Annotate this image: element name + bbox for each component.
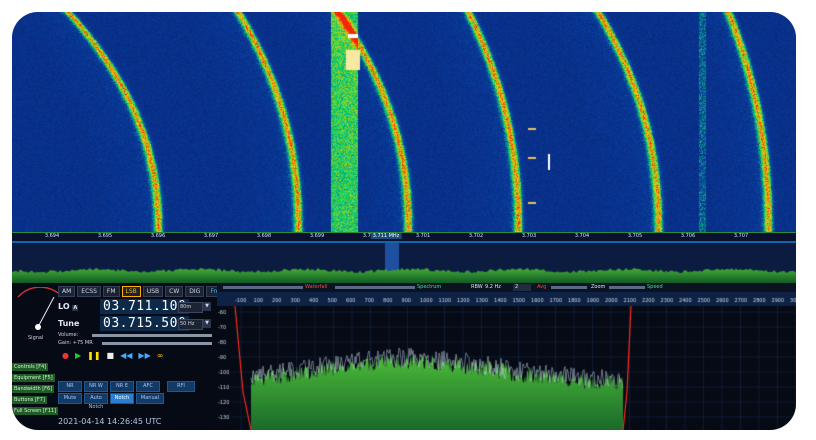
band-overview-display[interactable]	[12, 243, 796, 283]
rfi-button[interactable]: RFI	[167, 381, 195, 392]
volume-label: Volume:	[58, 332, 79, 338]
volume-slider[interactable]	[92, 334, 212, 337]
spectrum-level-slider[interactable]	[335, 286, 415, 289]
frequency-tick-label: 3.705	[627, 233, 643, 239]
frequency-tick-label: 3.704	[574, 233, 590, 239]
tune-label: Tune	[58, 319, 80, 328]
nr-e-button[interactable]: NR E	[110, 381, 134, 392]
timestamp: 2021-04-14 14:26:45 UTC	[58, 417, 162, 426]
frequency-tick-label: 3.706	[680, 233, 696, 239]
audio-spectrum-display[interactable]	[217, 292, 796, 430]
avg-slider[interactable]	[551, 286, 587, 289]
mode-button-ecss[interactable]: ECSS	[77, 286, 101, 297]
zoom-label: Zoom	[591, 284, 606, 290]
gain-slider[interactable]	[102, 342, 212, 345]
frequency-tick-label: 3.701	[415, 233, 431, 239]
waterfall-level-slider[interactable]	[223, 286, 303, 289]
auto-notch-button[interactable]: Auto Notch	[84, 393, 108, 410]
frequency-tick-label: 3.703	[521, 233, 537, 239]
nr-button[interactable]: NR	[58, 381, 82, 392]
band-dropdown-icon[interactable]: ▼	[203, 302, 211, 311]
tuned-frequency-marker: 3.711 MHz	[370, 233, 402, 239]
bandwidth-button[interactable]: Bandwidth [F6]	[12, 385, 55, 393]
loop-icon[interactable]: ∞	[157, 351, 164, 360]
waterfall-label: Waterfall	[305, 284, 328, 290]
frequency-tick-label: 3.694	[44, 233, 60, 239]
spectrum-label: Spectrum	[417, 284, 442, 290]
transport-controls: ● ▶ ❚❚ ■ ◀◀ ▶▶ ∞	[62, 351, 163, 360]
mode-button-am[interactable]: AM	[58, 286, 76, 297]
waterfall-display[interactable]	[12, 12, 796, 232]
s-meter-icon: Signal	[17, 287, 59, 341]
avg-select[interactable]: 2	[513, 284, 531, 291]
mute-button[interactable]: Mute	[58, 393, 82, 404]
frequency-tick-label: 3.702	[468, 233, 484, 239]
frequency-tick-label: 3.699	[309, 233, 325, 239]
notch-button[interactable]: Notch	[110, 393, 134, 404]
afc-button[interactable]: AFC	[136, 381, 160, 392]
mode-selector: AMECSSFMLSBUSBCWDIGFreqMgr	[58, 286, 239, 297]
controls-button[interactable]: Controls [F4]	[12, 363, 49, 371]
frequency-tick-label: 3.695	[97, 233, 113, 239]
band-select[interactable]: 80m	[178, 302, 203, 313]
lo-frequency-display[interactable]: 03.711.100	[100, 299, 190, 314]
rewind-icon[interactable]: ◀◀	[120, 351, 132, 360]
zoom-slider[interactable]	[609, 286, 645, 289]
frequency-tick-label: 3.698	[256, 233, 272, 239]
mode-button-cw[interactable]: CW	[165, 286, 184, 297]
play-icon[interactable]: ▶	[75, 351, 81, 360]
mode-button-fm[interactable]: FM	[102, 286, 120, 297]
svg-text:Signal: Signal	[28, 335, 43, 341]
frequency-tick-label: 3.696	[150, 233, 166, 239]
mode-button-usb[interactable]: USB	[142, 286, 164, 297]
control-panel: Signal AMECSSFMLSBUSBCWDIGFreqMgr LO A 0…	[12, 283, 239, 430]
stop-icon[interactable]: ■	[107, 351, 115, 360]
equipment-button[interactable]: Equipment [F5]	[12, 374, 55, 382]
lo-label: LO A	[58, 302, 79, 311]
step-dropdown-icon[interactable]: ▼	[203, 319, 211, 328]
record-icon[interactable]: ●	[62, 351, 69, 360]
fast-forward-icon[interactable]: ▶▶	[138, 351, 150, 360]
frequency-tick-label: 3.697	[203, 233, 219, 239]
frequency-tick-label: 3.707	[733, 233, 749, 239]
speed-label: Speed	[647, 284, 663, 290]
buttons-button[interactable]: Buttons [F7]	[12, 396, 47, 404]
manual-button[interactable]: Manual	[136, 393, 164, 404]
full-screen-button[interactable]: Full Screen [F11]	[12, 407, 59, 415]
step-select[interactable]: 50 Hz	[178, 319, 203, 330]
nr-w-button[interactable]: NR W	[84, 381, 108, 392]
rbw-value: 9.2 Hz	[485, 284, 501, 290]
rbw-label: RBW	[471, 284, 483, 290]
avg-label: Avg	[537, 284, 547, 290]
gain-label: Gain: +75 MR	[58, 340, 93, 346]
mode-button-dig[interactable]: DIG	[185, 286, 205, 297]
spectrum-toolbar: Waterfall Spectrum RBW 9.2 Hz 2 Avg Zoom…	[217, 283, 796, 292]
app-frame: 3.6943.6953.6963.6973.6983.6993.7003.701…	[12, 12, 796, 430]
pause-icon[interactable]: ❚❚	[87, 351, 100, 360]
tune-frequency-display[interactable]: 03.715.500	[100, 316, 190, 331]
mode-button-lsb[interactable]: LSB	[121, 286, 141, 297]
